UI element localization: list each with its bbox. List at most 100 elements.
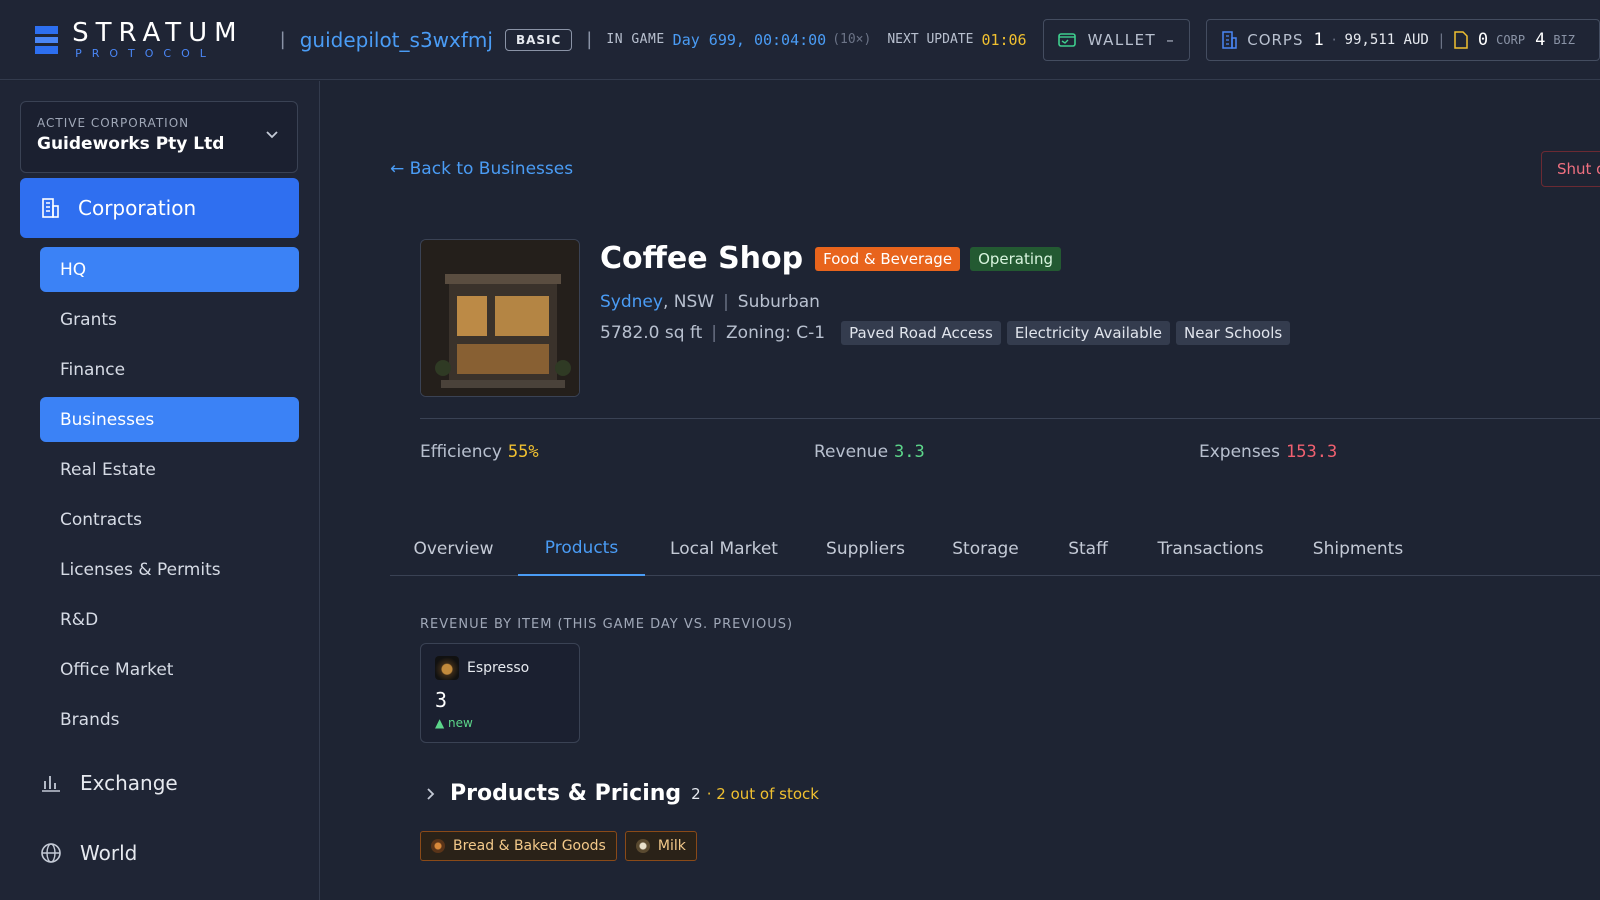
game-time: Day 699, 00:04:00	[672, 30, 827, 49]
document-icon	[1454, 30, 1468, 49]
sidebar-item-real-estate[interactable]: Real Estate	[40, 447, 299, 492]
nav-exchange[interactable]: Exchange	[20, 753, 299, 813]
sidebar-item-brands[interactable]: Brands	[40, 697, 299, 742]
separator: |	[1438, 30, 1444, 49]
zoning: Zoning: C-1	[726, 323, 826, 343]
expenses-value: 153.3	[1286, 442, 1338, 462]
sidebar-item-rnd[interactable]: R&D	[40, 597, 299, 642]
separator: |	[586, 29, 593, 50]
sidebar-item-contracts[interactable]: Contracts	[40, 497, 299, 542]
game-speed: (10×)	[832, 32, 872, 47]
business-header: Coffee Shop Food & Beverage Operating	[600, 241, 1062, 276]
tab-staff[interactable]: Staff	[1043, 521, 1133, 576]
next-update-label: NEXT UPDATE	[887, 32, 974, 47]
active-corporation-value: Guideworks Pty Ltd	[37, 134, 225, 154]
area-type: Suburban	[737, 292, 820, 312]
stratum-logo-icon	[35, 25, 59, 54]
out-of-stock-chips: Bread & Baked Goods Milk	[420, 831, 705, 861]
bread-icon	[431, 839, 445, 853]
sidebar-item-businesses[interactable]: Businesses	[40, 397, 299, 442]
efficiency-stat: Efficiency 55%	[420, 442, 539, 462]
wallet-button[interactable]: WALLET –	[1042, 18, 1191, 61]
efficiency-value: 55%	[507, 442, 539, 462]
globe-icon	[41, 843, 61, 863]
tab-products[interactable]: Products	[518, 521, 645, 576]
chip-label: Milk	[657, 838, 686, 854]
top-bar: STRATUM PROTOCOL | guidepilot_s3wxfmj BA…	[0, 0, 1600, 80]
property-size: 5782.0 sq ft	[600, 323, 703, 343]
logo-main-text: STRATUM	[72, 17, 244, 48]
revenue-stat: Revenue 3.3	[814, 442, 925, 462]
efficiency-label: Efficiency	[420, 442, 502, 462]
dot-separator: ·	[1331, 30, 1337, 49]
tab-suppliers[interactable]: Suppliers	[803, 521, 928, 576]
item-revenue: 3	[435, 688, 448, 712]
nav-world[interactable]: World	[20, 823, 299, 883]
wallet-label: WALLET	[1087, 30, 1157, 49]
separator: |	[711, 323, 718, 343]
out-of-stock-count: · 2 out of stock	[706, 784, 819, 803]
app-logo[interactable]: STRATUM PROTOCOL	[72, 19, 244, 61]
business-tabs: Overview Products Local Market Suppliers…	[390, 521, 1600, 576]
property-info: 5782.0 sq ft | Zoning: C-1 Paved Road Ac…	[600, 321, 1291, 345]
products-pricing-header[interactable]: Products & Pricing 2 · 2 out of stock	[420, 781, 819, 806]
state-text: , NSW	[662, 292, 715, 312]
sidebar-item-hq[interactable]: HQ	[40, 247, 299, 292]
business-thumbnail	[420, 239, 580, 397]
corp-label: CORP	[1496, 32, 1526, 47]
location-line: Sydney, NSW | Suburban	[600, 292, 820, 312]
expenses-label: Expenses	[1199, 442, 1280, 462]
feature-tag: Electricity Available	[1006, 321, 1170, 345]
category-badge: Food & Beverage	[815, 246, 961, 271]
bar-chart-icon	[42, 776, 60, 792]
milk-icon	[635, 839, 650, 853]
tab-shipments[interactable]: Shipments	[1288, 521, 1428, 576]
next-update-timer: 01:06	[981, 30, 1027, 49]
divider	[420, 418, 1600, 419]
item-name: Espresso	[467, 660, 530, 676]
building-icon	[1222, 30, 1237, 49]
feature-tag: Paved Road Access	[841, 321, 1001, 345]
tab-local-market[interactable]: Local Market	[645, 521, 803, 576]
espresso-icon	[435, 656, 459, 680]
expenses-stat: Expenses 153.3	[1199, 442, 1337, 462]
tab-overview[interactable]: Overview	[390, 521, 517, 576]
feature-tag: Near Schools	[1176, 321, 1291, 345]
active-corporation-select[interactable]: ACTIVE CORPORATION Guideworks Pty Ltd	[20, 101, 298, 173]
corp-count: 0	[1477, 29, 1489, 50]
stock-chip-bread[interactable]: Bread & Baked Goods	[420, 831, 617, 861]
status-badge: Operating	[970, 246, 1062, 271]
city-link[interactable]: Sydney	[600, 292, 663, 312]
biz-count: 4	[1535, 29, 1546, 50]
chip-label: Bread & Baked Goods	[453, 838, 606, 854]
revenue-by-item-label: REVENUE BY ITEM (THIS GAME DAY VS. PREVI…	[420, 617, 794, 632]
revenue-label: Revenue	[814, 442, 889, 462]
tab-storage[interactable]: Storage	[928, 521, 1043, 576]
sidebar-item-office-market[interactable]: Office Market	[40, 647, 299, 692]
business-name: Coffee Shop	[600, 241, 804, 276]
products-pricing-title: Products & Pricing	[450, 781, 682, 806]
corps-balance: 99,511 AUD	[1344, 31, 1429, 48]
revenue-value: 3.3	[894, 442, 925, 462]
sidebar-item-grants[interactable]: Grants	[40, 297, 299, 342]
tab-transactions[interactable]: Transactions	[1133, 521, 1288, 576]
corps-label: CORPS	[1247, 30, 1304, 49]
chevron-right-icon	[427, 787, 435, 800]
revenue-item-card[interactable]: Espresso 3 ▲ new	[420, 643, 580, 743]
biz-label: BIZ	[1553, 32, 1575, 47]
stock-chip-milk[interactable]: Milk	[624, 831, 697, 861]
building-icon	[42, 198, 59, 218]
nav-corporation-label: Corporation	[78, 196, 197, 220]
storefront-image	[421, 240, 579, 396]
corps-summary[interactable]: CORPS 1 · 99,511 AUD | 0 CORP 4 BIZ	[1206, 18, 1600, 61]
wallet-icon	[1057, 32, 1076, 47]
shut-down-button[interactable]: Shut down	[1541, 151, 1600, 187]
nav-corporation[interactable]: Corporation	[20, 178, 299, 238]
tier-badge: BASIC	[504, 28, 573, 51]
username-link[interactable]: guidepilot_s3wxfmj	[300, 28, 493, 52]
corps-count: 1	[1313, 29, 1324, 50]
sidebar-item-finance[interactable]: Finance	[40, 347, 299, 392]
back-to-businesses-link[interactable]: ← Back to Businesses	[390, 159, 573, 179]
separator: |	[279, 29, 286, 50]
sidebar-item-licenses[interactable]: Licenses & Permits	[40, 547, 299, 592]
